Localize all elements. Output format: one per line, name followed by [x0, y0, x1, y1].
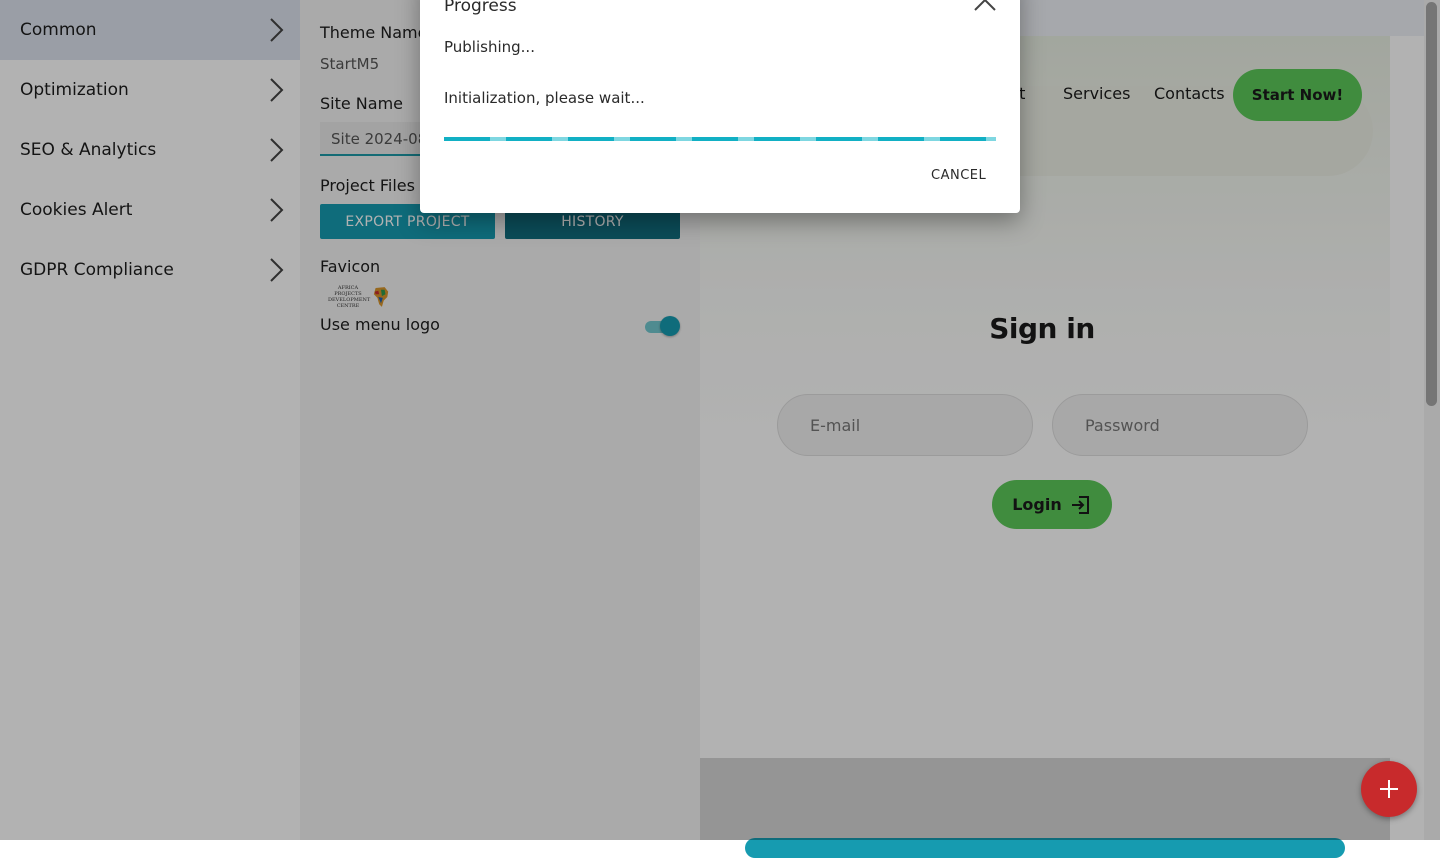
add-block-button[interactable] [1361, 761, 1417, 817]
dialog-message: Initialization, please wait... [444, 89, 645, 107]
progress-dialog: Progress Publishing... Initialization, p… [420, 0, 1020, 213]
close-icon[interactable] [972, 0, 998, 14]
plus-icon [1380, 780, 1398, 798]
dialog-title: Progress [444, 0, 517, 16]
progress-bar [444, 137, 996, 141]
dialog-status: Publishing... [444, 38, 535, 56]
cancel-button[interactable]: CANCEL [931, 168, 986, 183]
footer-arc [745, 838, 1345, 858]
